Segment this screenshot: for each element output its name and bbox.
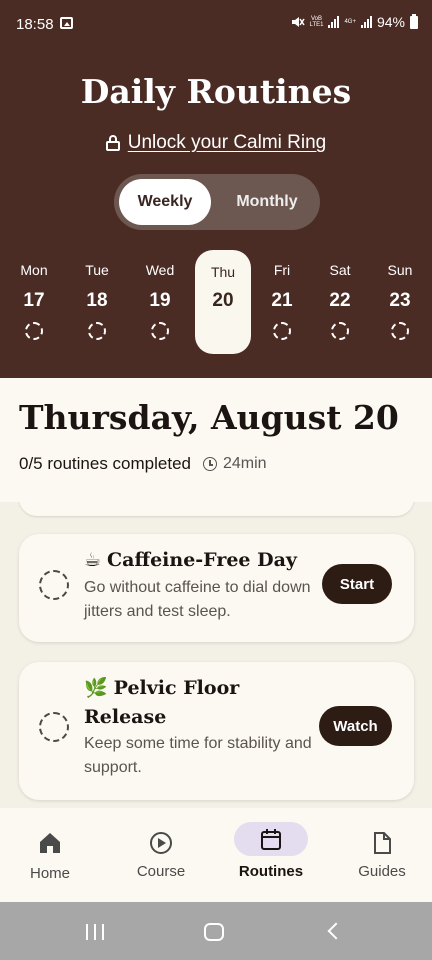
- battery-percent: 94%: [376, 14, 405, 30]
- day-name: Fri: [273, 262, 291, 278]
- home-icon: [40, 833, 60, 853]
- recents-icon[interactable]: [86, 924, 104, 940]
- page-title: Daily Routines: [80, 72, 352, 111]
- day-sun[interactable]: Sun 23: [374, 250, 426, 354]
- play-circle-icon: [150, 832, 172, 854]
- day-name: Mon: [20, 262, 48, 278]
- gallery-notification-icon: [60, 17, 73, 29]
- unlock-ring-link[interactable]: Unlock your Calmi Ring: [0, 132, 432, 154]
- system-home-icon[interactable]: [204, 923, 224, 941]
- status-right: VoB LTE1 4G+ 94%: [291, 13, 418, 30]
- day-progress-ring: [391, 322, 409, 340]
- routine-description: Keep some time for stability and support…: [84, 735, 312, 776]
- day-tue[interactable]: Tue 18: [71, 250, 123, 354]
- routine-card-caffeine[interactable]: ☕ Caffeine-Free Day Go without caffeine t…: [19, 534, 414, 642]
- herb-icon: 🌿: [84, 677, 108, 699]
- total-duration: 24min: [203, 455, 267, 473]
- nav-home[interactable]: Home: [0, 808, 100, 902]
- nav-home-label: Home: [29, 865, 70, 882]
- document-icon: [374, 832, 391, 854]
- header-section: 18:58 VoB LTE1 4G+ 94% Daily Routines Un…: [0, 0, 432, 378]
- weekly-tab[interactable]: Weekly: [119, 179, 211, 225]
- routine-title: ☕ Caffeine-Free Day: [84, 546, 304, 575]
- day-date: 21: [271, 290, 293, 311]
- day-date: 17: [23, 290, 45, 311]
- day-summary: Thursday, August 20 0/5 routines complet…: [0, 378, 432, 502]
- routine-title: 🌿 Pelvic Floor Release: [84, 674, 304, 732]
- bottom-nav: Home Course Routines Guides: [0, 808, 432, 902]
- day-progress-ring: [273, 322, 291, 340]
- routine-description: Go without caffeine to dial down jitters…: [84, 579, 311, 620]
- unlock-label: Unlock your Calmi Ring: [127, 132, 327, 153]
- day-name: Sat: [329, 262, 351, 278]
- day-date: 19: [149, 290, 171, 311]
- status-time: 18:58: [16, 16, 54, 33]
- network-bottom-label: LTE1: [309, 22, 324, 28]
- day-wed[interactable]: Wed 19: [134, 250, 186, 354]
- routine-check-circle[interactable]: [39, 712, 69, 742]
- day-progress-ring: [331, 322, 349, 340]
- nav-routines-label: Routines: [238, 863, 304, 880]
- day-thu-selected[interactable]: Thu 20: [195, 250, 251, 354]
- routine-progress: 0/5 routines completed 24min: [19, 454, 267, 474]
- completed-count: 0/5 routines completed: [19, 454, 191, 473]
- signal2-icon: [360, 16, 372, 28]
- day-date: 23: [389, 290, 411, 311]
- nav-course[interactable]: Course: [111, 808, 211, 902]
- nav-routines[interactable]: Routines: [221, 808, 321, 902]
- network-type-label: VoB LTE1: [310, 16, 324, 28]
- start-button[interactable]: Start: [322, 564, 392, 604]
- day-name: Sun: [387, 262, 413, 278]
- routine-check-circle[interactable]: [39, 570, 69, 600]
- duration-label: 24min: [223, 455, 267, 472]
- day-name: Tue: [85, 262, 109, 278]
- lock-icon: [105, 135, 120, 151]
- day-sat[interactable]: Sat 22: [314, 250, 366, 354]
- coffee-icon: ☕: [84, 549, 102, 571]
- selected-date-title: Thursday, August 20: [19, 398, 399, 437]
- mute-icon: [291, 17, 305, 27]
- day-mon[interactable]: Mon 17: [8, 250, 60, 354]
- status-bar: 18:58 VoB LTE1 4G+ 94%: [0, 0, 432, 48]
- back-icon[interactable]: [327, 922, 345, 940]
- day-date: 22: [329, 290, 351, 311]
- clock-icon: [203, 457, 217, 471]
- day-date: 20: [212, 290, 234, 311]
- watch-button[interactable]: Watch: [319, 706, 392, 746]
- monthly-tab[interactable]: Monthly: [219, 179, 315, 225]
- day-fri[interactable]: Fri 21: [256, 250, 308, 354]
- network2-label: 4G+: [344, 19, 356, 25]
- system-nav-bar: [0, 902, 432, 960]
- view-toggle: Weekly Monthly: [114, 174, 320, 230]
- routines-sheet[interactable]: Thursday, August 20 0/5 routines complet…: [0, 378, 432, 808]
- day-name: Thu: [210, 264, 236, 280]
- routine-title-line2: Release: [84, 706, 167, 728]
- day-progress-ring: [25, 322, 43, 340]
- battery-icon: [410, 13, 418, 29]
- week-strip: Mon 17 Tue 18 Wed 19 Thu 20 Fri 21 Sat 2…: [0, 250, 432, 354]
- day-name: Wed: [145, 262, 175, 278]
- nav-guides-label: Guides: [358, 863, 406, 880]
- nav-guides[interactable]: Guides: [332, 808, 432, 902]
- routine-card-pelvic[interactable]: 🌿 Pelvic Floor Release Keep some time for …: [19, 662, 414, 800]
- day-progress-ring: [88, 322, 106, 340]
- nav-course-label: Course: [136, 863, 186, 880]
- routine-title-line1: Pelvic Floor: [113, 677, 240, 699]
- day-date: 18: [86, 290, 108, 311]
- day-progress-ring: [151, 322, 169, 340]
- signal-icon: [328, 16, 340, 28]
- routine-title-text: Caffeine-Free Day: [107, 549, 297, 571]
- calendar-icon: [261, 829, 281, 850]
